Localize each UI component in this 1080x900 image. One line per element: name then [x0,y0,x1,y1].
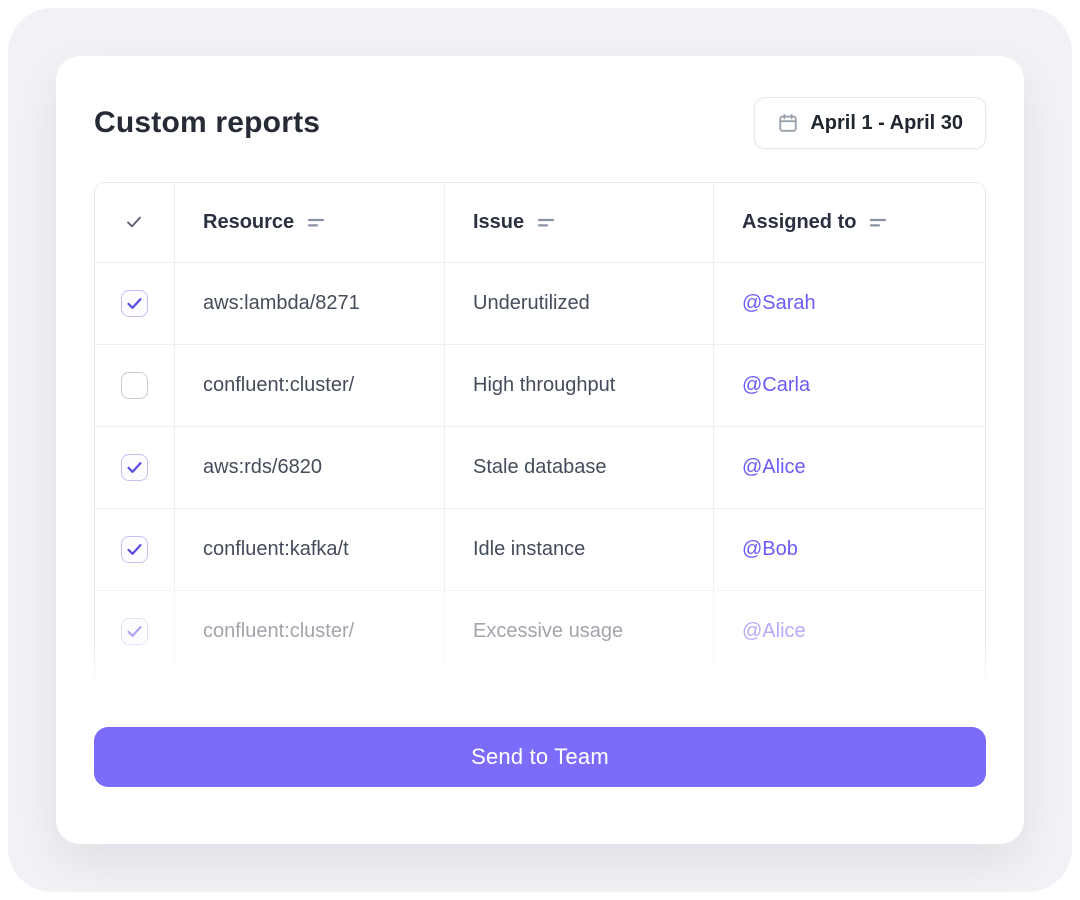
custom-reports-card: Custom reports April 1 - April 30 Resour… [56,56,1024,844]
sort-icon[interactable] [869,216,889,229]
select-cell [94,427,175,508]
send-to-team-button[interactable]: Send to Team [94,727,986,787]
calendar-icon [777,112,799,134]
header-issue[interactable]: Issue [445,182,714,262]
row-checkbox[interactable] [120,536,148,563]
page-title: Custom reports [94,106,321,139]
select-cell [94,509,175,590]
resource-value: confluent:cluster/ [203,374,355,396]
row-checkbox[interactable] [120,290,148,317]
row-checkbox[interactable] [120,372,148,399]
resource-value: aws:rds/6820 [203,456,322,478]
issue-cell: Idle instance [445,509,714,590]
table-row: confluent:cluster/Excessive usage @Alice [94,590,986,672]
table-row: aws:rds/6820 Stale database @Alice [94,426,986,508]
assigned-cell: @Alice [714,427,986,508]
sort-icon[interactable] [307,216,327,229]
resource-value: confluent:kafka/t [203,538,349,560]
issue-cell: Underutilized [445,263,714,344]
row-checkbox[interactable] [120,618,148,645]
table-row [94,672,986,712]
resource-cell [175,673,445,712]
resource-cell: confluent:cluster/ [175,345,445,426]
select-cell [94,345,175,426]
issue-cell: High throughput [445,345,714,426]
issue-value: Stale database [473,456,607,478]
date-range-button[interactable]: April 1 - April 30 [754,97,986,149]
assigned-cell [714,673,986,712]
issue-value: Idle instance [473,538,586,560]
select-cell [94,263,175,344]
issue-cell: Excessive usage [445,591,714,672]
assigned-cell: @Alice [714,591,986,672]
issue-value: Excessive usage [473,620,624,642]
assignee-link[interactable]: @Carla [742,374,810,397]
table-body: aws:lambda/8271 Underutilized @Sarah conflu… [94,262,986,712]
table-row: confluent:cluster/High throughput @Carla [94,344,986,426]
assignee-link[interactable]: @Sarah [742,292,816,315]
issue-value: High throughput [473,374,616,396]
assigned-cell: @Carla [714,345,986,426]
select-cell [94,591,175,672]
row-checkbox[interactable] [120,454,148,481]
select-cell [94,673,175,712]
issue-cell: Stale database [445,427,714,508]
resource-cell: confluent:cluster/ [175,591,445,672]
header-resource[interactable]: Resource [175,182,445,262]
issue-value: Underutilized [473,292,590,314]
table-header-row: Resource Issue Assigned to [94,182,986,262]
reports-table: Resource Issue Assigned to aws:lambda/82… [94,182,986,712]
card-header: Custom reports April 1 - April 30 [94,97,986,149]
assigned-cell: @Sarah [714,263,986,344]
resource-cell: aws:lambda/8271 [175,263,445,344]
assignee-link[interactable]: @Alice [742,620,806,643]
table-row: aws:lambda/8271 Underutilized @Sarah [94,262,986,344]
resource-value: confluent:cluster/ [203,620,355,642]
assignee-link[interactable]: @Alice [742,456,806,479]
header-assigned-to[interactable]: Assigned to [714,182,986,262]
row-checkbox[interactable] [120,700,148,712]
date-range-label: April 1 - April 30 [810,111,963,134]
check-icon [123,211,145,233]
resource-value: aws:lambda/8271 [203,292,360,314]
sort-icon[interactable] [537,216,557,229]
header-select-column [94,182,175,262]
assigned-cell: @Bob [714,509,986,590]
resource-cell: confluent:kafka/t [175,509,445,590]
issue-cell [445,673,714,712]
table-row: confluent:kafka/t Idle instance @Bob [94,508,986,590]
resource-cell: aws:rds/6820 [175,427,445,508]
assignee-link[interactable]: @Bob [742,538,798,561]
